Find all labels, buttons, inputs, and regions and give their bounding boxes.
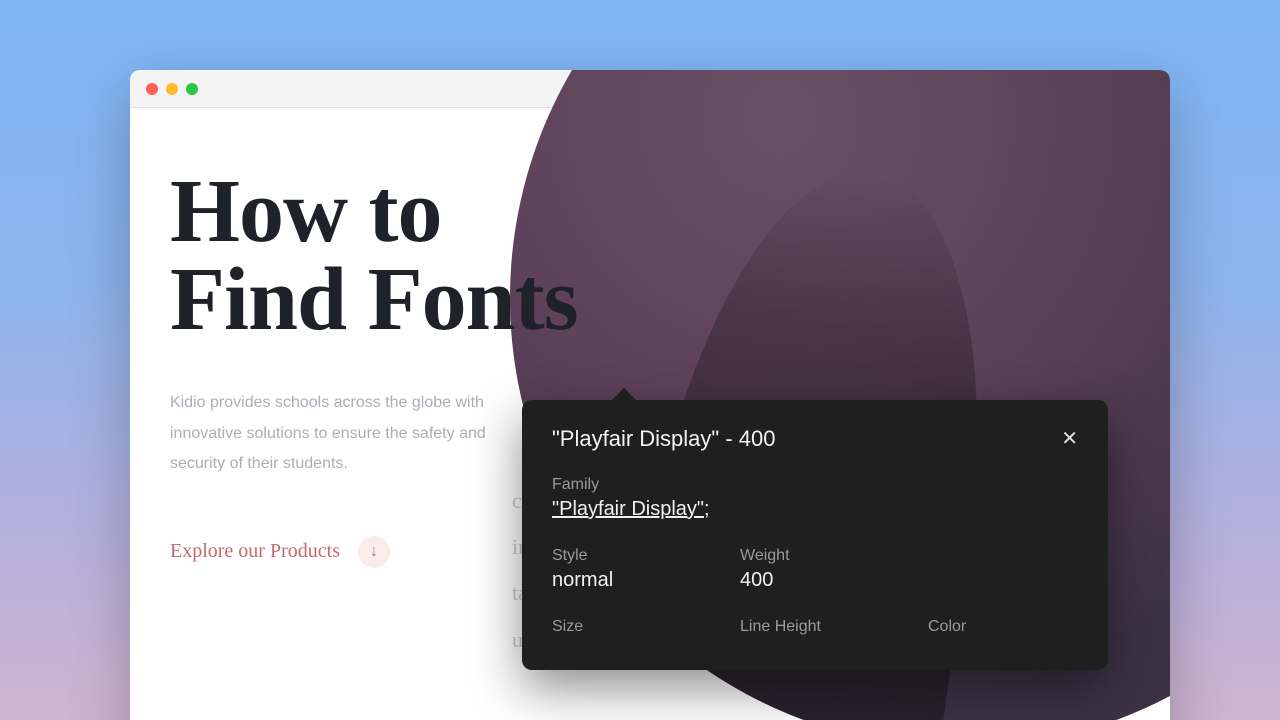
style-label: Style: [552, 547, 692, 565]
page-title[interactable]: How to Find Fonts: [170, 168, 710, 344]
family-value[interactable]: "Playfair Display";: [552, 498, 1078, 521]
window-minimize-button[interactable]: [166, 83, 178, 95]
close-icon[interactable]: ✕: [1061, 429, 1078, 449]
arrow-down-icon: ↓: [358, 536, 390, 568]
size-label: Size: [552, 618, 692, 636]
style-value: normal: [552, 569, 692, 592]
window-close-button[interactable]: [146, 83, 158, 95]
explore-label: Explore our Products: [170, 540, 340, 563]
weight-value: 400: [740, 569, 880, 592]
hero-subtitle[interactable]: Kidio provides schools across the globe …: [170, 388, 530, 479]
popover-style-weight-row: Style normal Weight 400: [552, 547, 1078, 592]
popover-header: "Playfair Display" - 400 ✕: [552, 426, 1078, 452]
title-line-1: How to: [170, 162, 441, 261]
title-line-2: Find Fonts: [170, 250, 578, 349]
popover-title: "Playfair Display" - 400: [552, 426, 775, 452]
window-maximize-button[interactable]: [186, 83, 198, 95]
popover-family-row: Family "Playfair Display";: [552, 476, 1078, 521]
family-label: Family: [552, 476, 1078, 494]
weight-label: Weight: [740, 547, 880, 565]
popover-size-row: Size Line Height Color: [552, 618, 1078, 640]
color-label: Color: [928, 618, 1068, 636]
font-inspector-popover: "Playfair Display" - 400 ✕ Family "Playf…: [522, 400, 1108, 670]
lineheight-label: Line Height: [740, 618, 880, 636]
